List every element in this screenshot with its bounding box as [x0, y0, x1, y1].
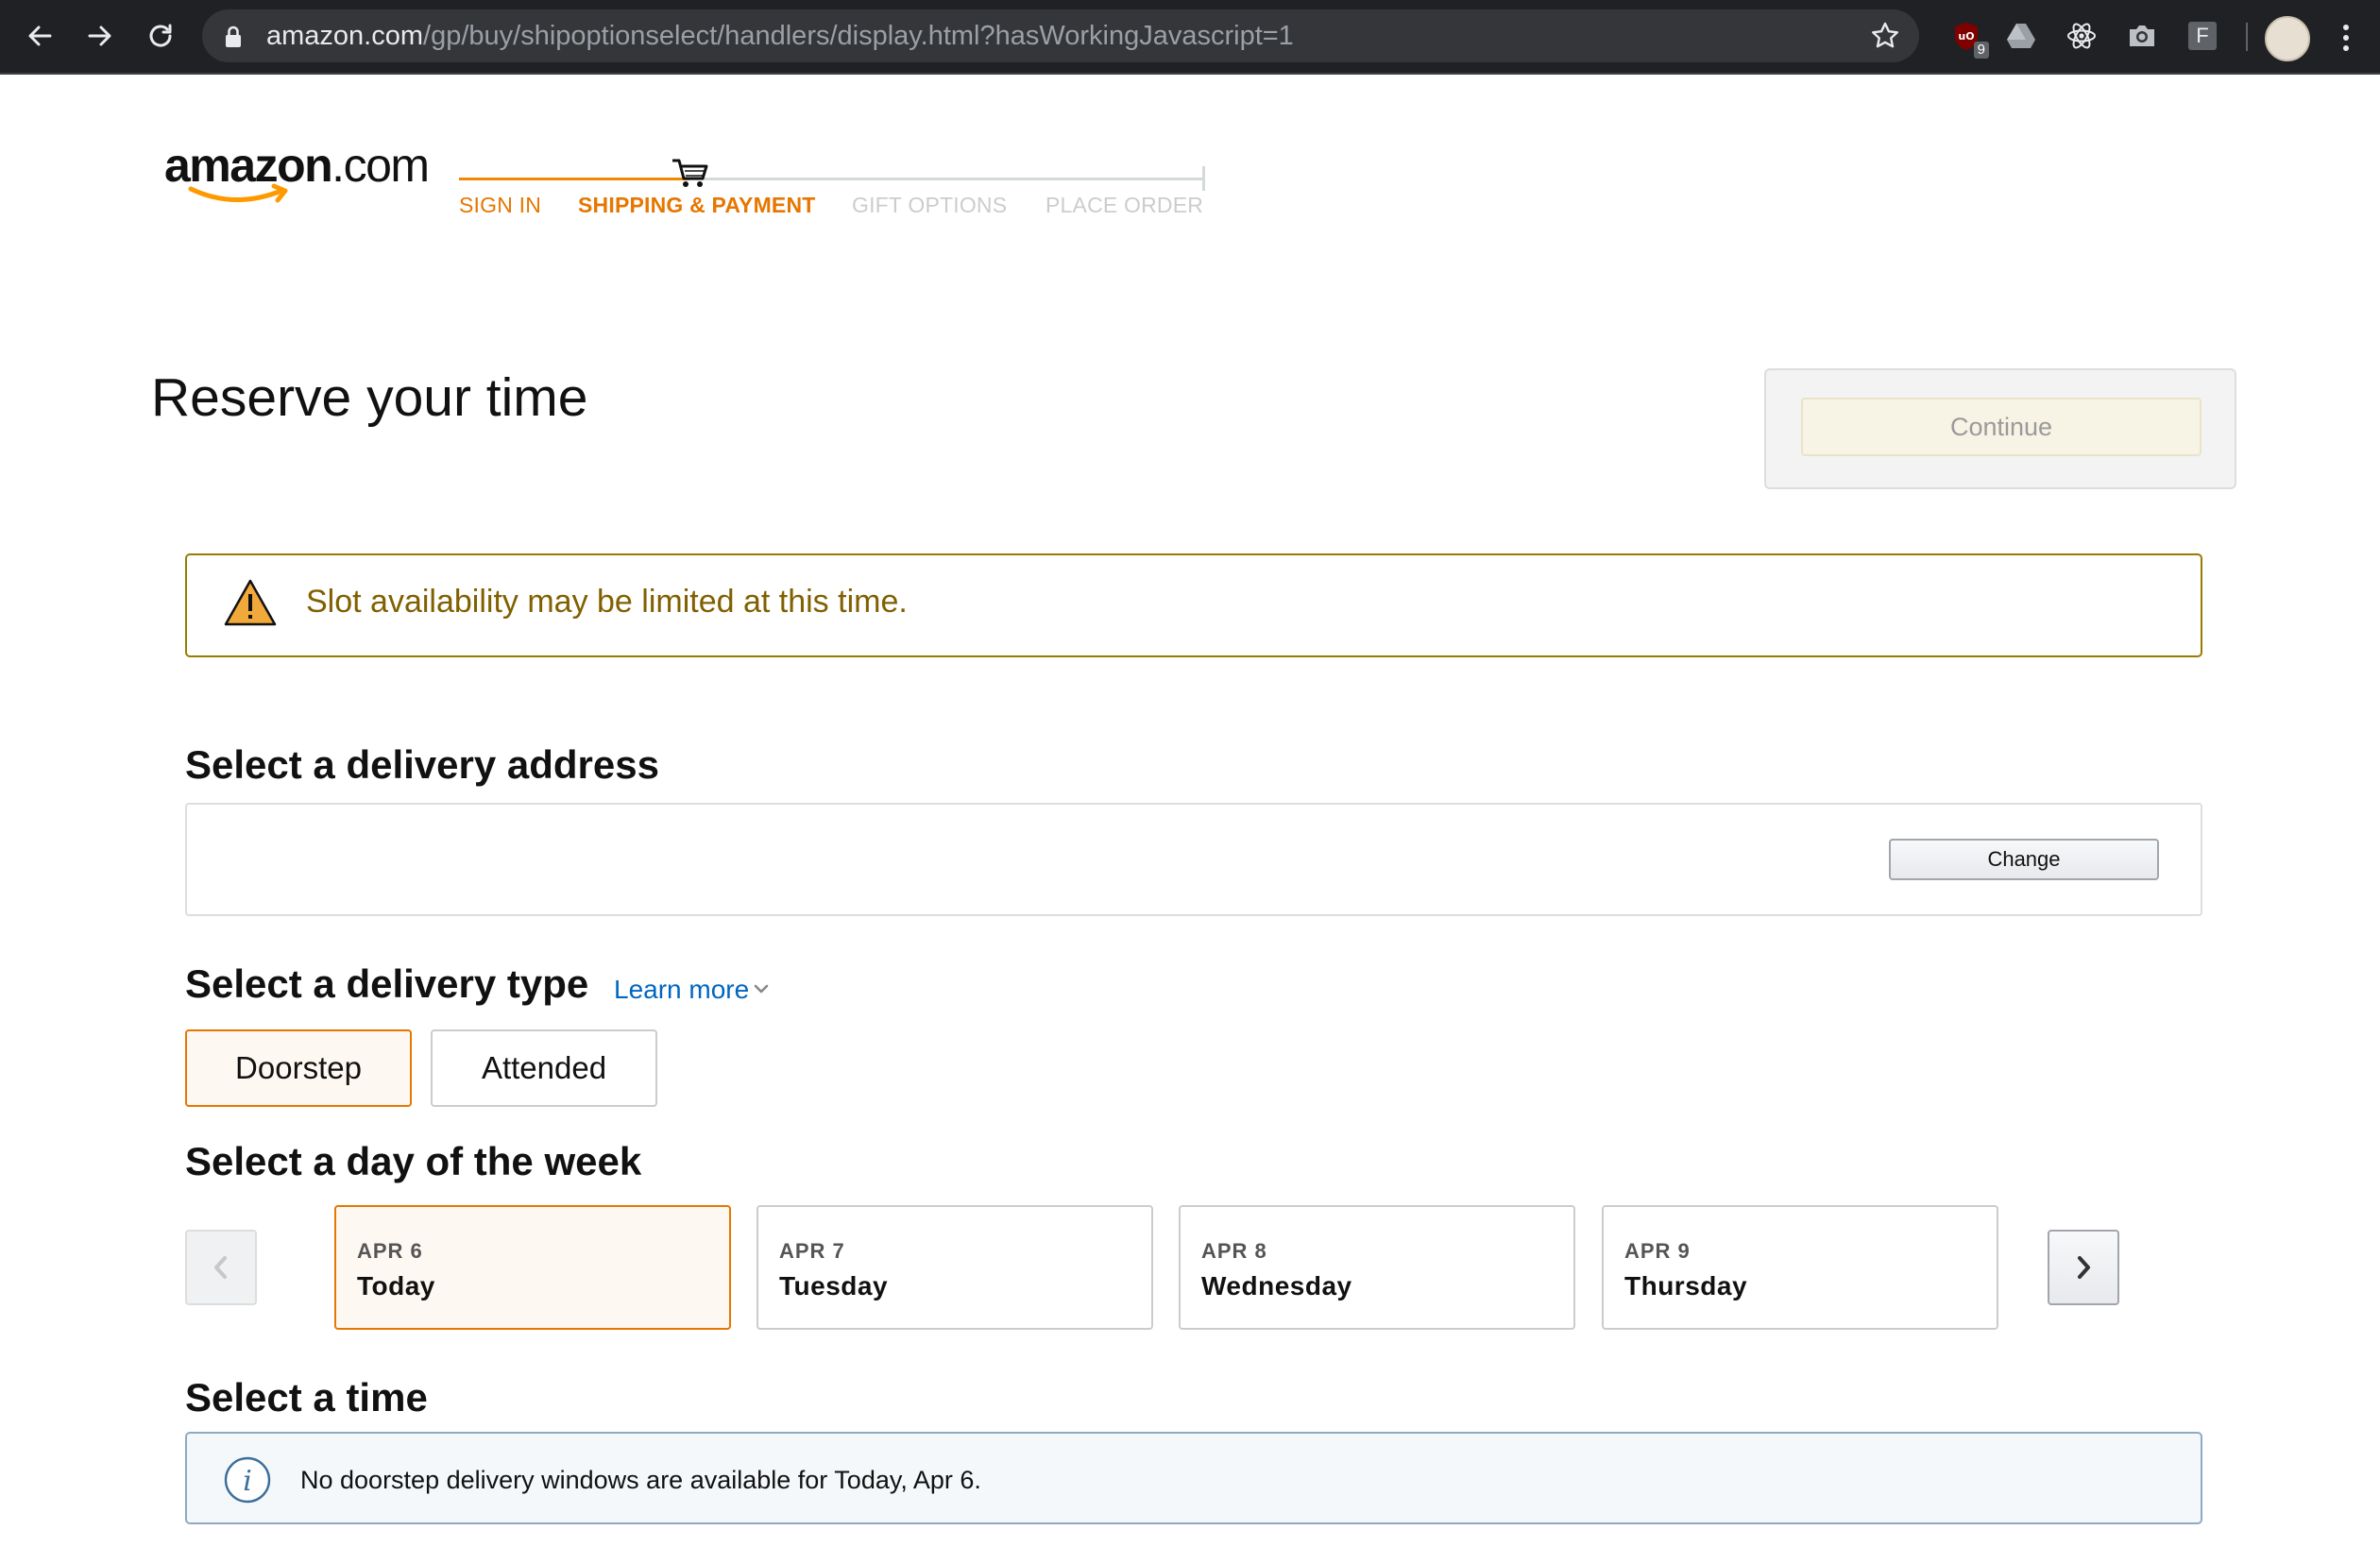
no-windows-info-box: i No doorstep delivery windows are avail… [185, 1432, 2202, 1524]
svg-text:i: i [243, 1465, 252, 1498]
amazon-smile-icon [188, 183, 288, 203]
bookmark-star-icon[interactable] [1870, 21, 1900, 51]
logo-wordmark: amazon.com [164, 139, 430, 192]
step-shipping-payment: SHIPPING & PAYMENT [578, 193, 816, 217]
ublock-extension-button[interactable]: uO 9 [1949, 19, 1989, 59]
day-card-apr-7[interactable]: APR 7 Tuesday [756, 1205, 1153, 1330]
previous-days-button[interactable] [185, 1230, 257, 1305]
back-button[interactable] [21, 17, 59, 55]
delivery-address-box: Change [185, 803, 2202, 916]
f-extension-button[interactable]: F [2185, 19, 2219, 53]
logo-suffix: .com [332, 139, 430, 192]
day-name: Wednesday [1201, 1271, 1352, 1300]
url-text: amazon.com/gp/buy/shipoptionselect/handl… [266, 23, 1294, 50]
browser-menu-icon[interactable] [2338, 23, 2354, 53]
amazon-logo[interactable]: amazon.com [164, 139, 430, 203]
no-windows-message: No doorstep delivery windows are availab… [300, 1466, 981, 1494]
lock-icon [226, 26, 241, 47]
screenshot-extension-button[interactable] [2125, 19, 2159, 53]
reload-button[interactable] [142, 17, 179, 55]
delivery-type-attended[interactable]: Attended [431, 1029, 657, 1107]
slot-availability-alert: Slot availability may be limited at this… [185, 553, 2202, 657]
step-gift-options: GIFT OPTIONS [852, 193, 1008, 217]
step-place-order: PLACE ORDER [1046, 193, 1204, 217]
camera-icon [2130, 26, 2154, 46]
page-title: Reserve your time [151, 367, 588, 428]
url-path: /gp/buy/shipoptionselect/handlers/displa… [423, 21, 1294, 51]
continue-panel: Continue [1764, 368, 2236, 489]
chevron-right-icon [2078, 1256, 2090, 1279]
day-name: Thursday [1624, 1271, 1748, 1300]
day-date: APR 7 [779, 1239, 845, 1263]
f-extension-icon: F [2188, 22, 2217, 50]
info-icon: i [224, 1456, 271, 1504]
browser-toolbar: amazon.com/gp/buy/shipoptionselect/handl… [0, 0, 2380, 75]
chevron-left-icon [214, 1256, 227, 1279]
address-bar[interactable]: amazon.com/gp/buy/shipoptionselect/handl… [202, 9, 1919, 62]
progress-bar-complete [459, 178, 689, 180]
forward-arrow-icon [88, 26, 111, 46]
chevron-down-icon[interactable] [752, 982, 771, 995]
progress-bar-remaining [689, 178, 1204, 180]
progress-bar-end [1202, 166, 1205, 191]
delivery-type-heading: Select a delivery type [185, 961, 589, 1006]
warning-icon [224, 579, 277, 626]
learn-more-link[interactable]: Learn more [614, 975, 749, 1005]
day-date: APR 9 [1624, 1239, 1691, 1263]
alert-message: Slot availability may be limited at this… [306, 584, 908, 620]
url-host: amazon.com [266, 21, 424, 51]
drive-extension-button[interactable] [2004, 19, 2038, 53]
day-card-apr-9[interactable]: APR 9 Thursday [1602, 1205, 1998, 1330]
change-address-button[interactable]: Change [1889, 839, 2159, 880]
forward-button[interactable] [81, 17, 119, 55]
svg-text:uO: uO [1958, 30, 1974, 42]
extension-badge: 9 [1973, 42, 1989, 59]
delivery-type-doorstep[interactable]: Doorstep [185, 1029, 412, 1107]
back-arrow-icon [28, 26, 52, 46]
day-date: APR 6 [357, 1239, 423, 1263]
day-card-apr-6[interactable]: APR 6 Today [334, 1205, 731, 1330]
drive-icon [2007, 24, 2035, 48]
profile-avatar[interactable] [2265, 16, 2310, 61]
reload-icon [149, 24, 172, 47]
continue-button[interactable]: Continue [1801, 398, 2202, 456]
day-name: Tuesday [779, 1271, 889, 1300]
delivery-address-heading: Select a delivery address [185, 742, 659, 787]
cart-icon [672, 159, 708, 187]
next-days-button[interactable] [2048, 1230, 2119, 1305]
day-name: Today [357, 1271, 435, 1300]
day-date: APR 8 [1201, 1239, 1267, 1263]
day-card-apr-8[interactable]: APR 8 Wednesday [1179, 1205, 1575, 1330]
toolbar-separator [2246, 23, 2248, 51]
react-atom-icon [2067, 23, 2096, 49]
step-sign-in[interactable]: SIGN IN [459, 193, 541, 218]
select-time-heading: Select a time [185, 1375, 428, 1420]
day-of-week-heading: Select a day of the week [185, 1139, 642, 1183]
react-devtools-button[interactable] [2065, 19, 2099, 53]
